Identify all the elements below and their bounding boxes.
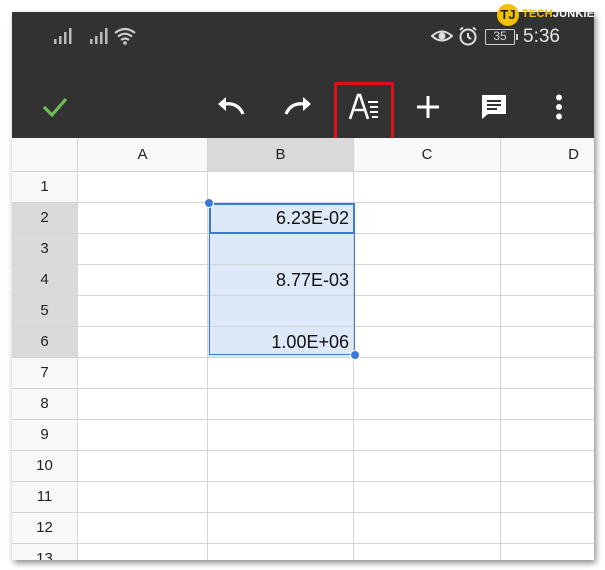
clock: 5:36 [523, 26, 560, 47]
comment-icon [482, 95, 506, 119]
cell-d7[interactable] [501, 358, 594, 389]
cell-c8[interactable] [354, 389, 501, 420]
cell-c6[interactable] [354, 327, 501, 358]
cell-a7[interactable] [78, 358, 208, 389]
cell-a13[interactable] [78, 544, 208, 560]
row-header-12[interactable]: 12 [12, 513, 78, 544]
cell-d6[interactable] [501, 327, 594, 358]
cell-d9[interactable] [501, 420, 594, 451]
cell-d8[interactable] [501, 389, 594, 420]
add-icon [417, 96, 439, 118]
cell-d11[interactable] [501, 482, 594, 513]
cell-a9[interactable] [78, 420, 208, 451]
cell-a1[interactable] [78, 172, 208, 203]
alarm-icon [457, 26, 479, 51]
watermark-text: TECHJUNKIE [522, 8, 595, 20]
more-vert-icon [556, 94, 562, 120]
cell-a2[interactable] [78, 203, 208, 234]
row-header-7[interactable]: 7 [12, 358, 78, 389]
battery-indicator: 35 [485, 29, 518, 45]
cell-a11[interactable] [78, 482, 208, 513]
highlight-box [334, 82, 394, 142]
cell-a8[interactable] [78, 389, 208, 420]
select-all-corner[interactable] [12, 138, 78, 172]
cell-c4[interactable] [354, 265, 501, 296]
cell-c1[interactable] [354, 172, 501, 203]
cell-d2[interactable] [501, 203, 594, 234]
row-header-11[interactable]: 11 [12, 482, 78, 513]
column-header-c[interactable]: C [354, 138, 501, 172]
eye-icon [430, 26, 454, 51]
column-header-d[interactable]: D [501, 138, 594, 172]
cell-b4[interactable]: 8.77E-03 [208, 265, 354, 296]
cell-a4[interactable] [78, 265, 208, 296]
selection-end-handle[interactable] [350, 350, 360, 360]
cell-d3[interactable] [501, 234, 594, 265]
signal-icon [52, 26, 74, 51]
signal-icon-2 [88, 26, 110, 51]
wifi-icon [113, 26, 137, 51]
cell-b12[interactable] [208, 513, 354, 544]
cell-b3[interactable] [208, 234, 354, 265]
cell-d10[interactable] [501, 451, 594, 482]
cell-a12[interactable] [78, 513, 208, 544]
cell-a5[interactable] [78, 296, 208, 327]
column-header-b[interactable]: B [208, 138, 354, 172]
selection-start-handle[interactable] [204, 198, 214, 208]
cell-b6-value: 1.00E+06 [271, 332, 349, 352]
techjunkie-logo: TJ [497, 4, 519, 26]
cell-c2[interactable] [354, 203, 501, 234]
cell-b10[interactable] [208, 451, 354, 482]
redo-icon [284, 97, 311, 115]
cell-b9[interactable] [208, 420, 354, 451]
cell-b5[interactable] [208, 296, 354, 327]
cell-a10[interactable] [78, 451, 208, 482]
cell-c11[interactable] [354, 482, 501, 513]
row-header-4[interactable]: 4 [12, 265, 78, 296]
row-header-2[interactable]: 2 [12, 203, 78, 234]
cell-c7[interactable] [354, 358, 501, 389]
row-header-5[interactable]: 5 [12, 296, 78, 327]
cell-d12[interactable] [501, 513, 594, 544]
cell-c10[interactable] [354, 451, 501, 482]
row-header-13[interactable]: 13 [12, 544, 78, 560]
cell-c5[interactable] [354, 296, 501, 327]
cell-b8[interactable] [208, 389, 354, 420]
cell-d4[interactable] [501, 265, 594, 296]
cell-a3[interactable] [78, 234, 208, 265]
phone-screen: 35 5:36 A B C D 1 2 6.23E-02 3 4 8.77E-0… [12, 12, 594, 560]
cell-b1[interactable] [208, 172, 354, 203]
cell-c12[interactable] [354, 513, 501, 544]
row-header-9[interactable]: 9 [12, 420, 78, 451]
cell-c13[interactable] [354, 544, 501, 560]
cell-a6[interactable] [78, 327, 208, 358]
row-header-1[interactable]: 1 [12, 172, 78, 203]
row-header-8[interactable]: 8 [12, 389, 78, 420]
cell-b13[interactable] [208, 544, 354, 560]
cell-c3[interactable] [354, 234, 501, 265]
checkmark-icon [42, 97, 68, 118]
column-header-a[interactable]: A [78, 138, 208, 172]
undo-icon [218, 97, 245, 115]
cell-c9[interactable] [354, 420, 501, 451]
cell-b6[interactable]: 1.00E+06 [208, 327, 354, 358]
cell-b2[interactable]: 6.23E-02 [208, 203, 354, 234]
cell-d5[interactable] [501, 296, 594, 327]
cell-b11[interactable] [208, 482, 354, 513]
row-header-6[interactable]: 6 [12, 327, 78, 358]
cell-b2-value: 6.23E-02 [275, 208, 349, 228]
row-header-10[interactable]: 10 [12, 451, 78, 482]
cell-b7[interactable] [208, 358, 354, 389]
cell-d1[interactable] [501, 172, 594, 203]
techjunkie-watermark: TJ TECHJUNKIE [497, 4, 594, 26]
cell-d13[interactable] [501, 544, 594, 560]
cell-b4-value: 8.77E-03 [275, 270, 349, 290]
row-header-3[interactable]: 3 [12, 234, 78, 265]
